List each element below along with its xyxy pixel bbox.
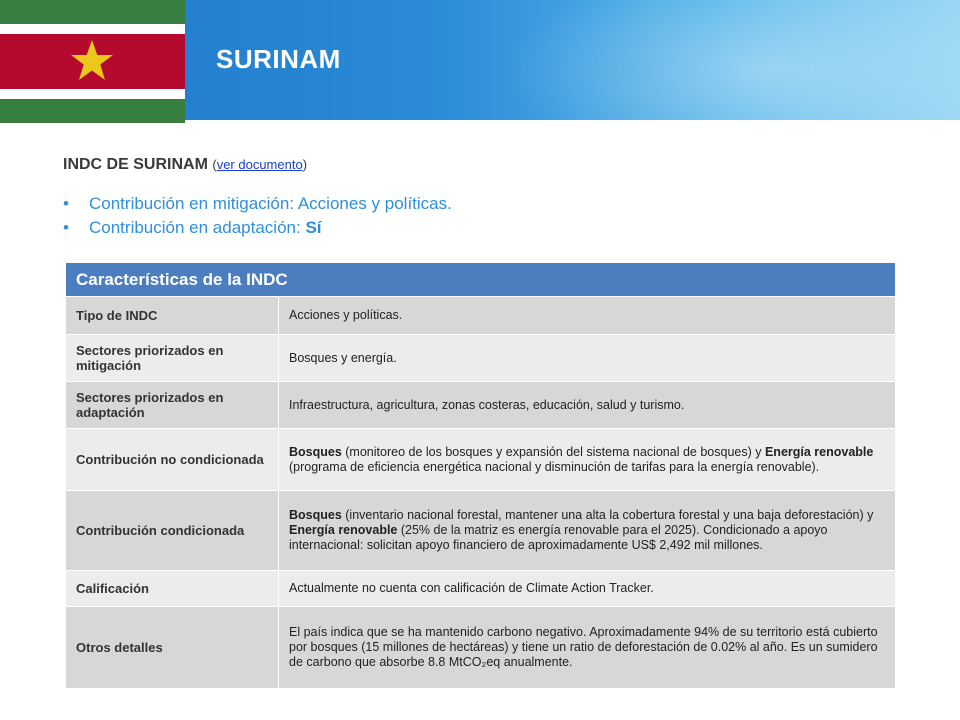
adaptation-text: Contribución en adaptación: <box>89 218 306 237</box>
list-item-adaptation: Contribución en adaptación: Sí <box>63 216 452 240</box>
forests-detail: (monitoreo de los bosques y expansión de… <box>341 444 765 459</box>
row-label: Otros detalles <box>65 606 279 689</box>
table-row: Contribución condicionada Bosques (inven… <box>65 490 896 571</box>
table-row: Calificación Actualmente no cuenta con c… <box>65 570 896 607</box>
row-value: Infraestructura, agricultura, zonas cost… <box>278 381 896 429</box>
indc-subheading: INDC DE SURINAM (ver documento) <box>63 156 307 174</box>
suriname-flag-icon <box>0 0 185 123</box>
table-row: Sectores priorizados en adaptación Infra… <box>65 381 896 429</box>
subheading-title: INDC DE SURINAM <box>63 156 208 173</box>
mitigation-text: Contribución en mitigación: Acciones y p… <box>89 194 452 213</box>
list-item-mitigation: Contribución en mitigación: Acciones y p… <box>63 192 452 216</box>
row-label: Tipo de INDC <box>65 296 279 335</box>
contribution-list: Contribución en mitigación: Acciones y p… <box>63 192 452 240</box>
row-label: Sectores priorizados en mitigación <box>65 334 279 382</box>
table-row: Sectores priorizados en mitigación Bosqu… <box>65 334 896 382</box>
sector-energy: Energía renovable <box>289 523 398 537</box>
banner-highlight <box>500 0 960 120</box>
row-label: Contribución condicionada <box>65 490 279 571</box>
row-value: Acciones y políticas. <box>278 296 896 335</box>
forests-detail: (inventario nacional forestal, mantener … <box>341 508 874 522</box>
row-value: Bosques (monitoreo de los bosques y expa… <box>278 428 896 491</box>
paren-close: ) <box>302 157 308 172</box>
sector-forests: Bosques <box>289 508 342 522</box>
row-value: Actualmente no cuenta con calificación d… <box>278 570 896 607</box>
row-value: Bosques (inventario nacional forestal, m… <box>278 490 896 571</box>
page-title: SURINAM <box>216 44 341 74</box>
table-row: Tipo de INDC Acciones y políticas. <box>65 296 896 335</box>
document-link[interactable]: ver documento <box>217 157 303 172</box>
row-label: Calificación <box>65 570 279 607</box>
sector-forests: Bosques <box>289 444 342 459</box>
row-value: El país indica que se ha mantenido carbo… <box>278 606 896 689</box>
table-header-row: Características de la INDC <box>65 262 896 297</box>
energy-detail: (programa de eficiencia energética nacio… <box>289 459 820 474</box>
table-row: Contribución no condicionada Bosques (mo… <box>65 428 896 491</box>
table-header: Características de la INDC <box>65 262 896 297</box>
indc-characteristics-table: Características de la INDC Tipo de INDC … <box>65 262 896 689</box>
adaptation-value: Sí <box>305 218 322 237</box>
row-value: Bosques y energía. <box>278 334 896 382</box>
sector-energy: Energía renovable <box>764 444 874 459</box>
row-label: Contribución no condicionada <box>65 428 279 491</box>
table-row: Otros detalles El país indica que se ha … <box>65 606 896 689</box>
row-label: Sectores priorizados en adaptación <box>65 381 279 429</box>
